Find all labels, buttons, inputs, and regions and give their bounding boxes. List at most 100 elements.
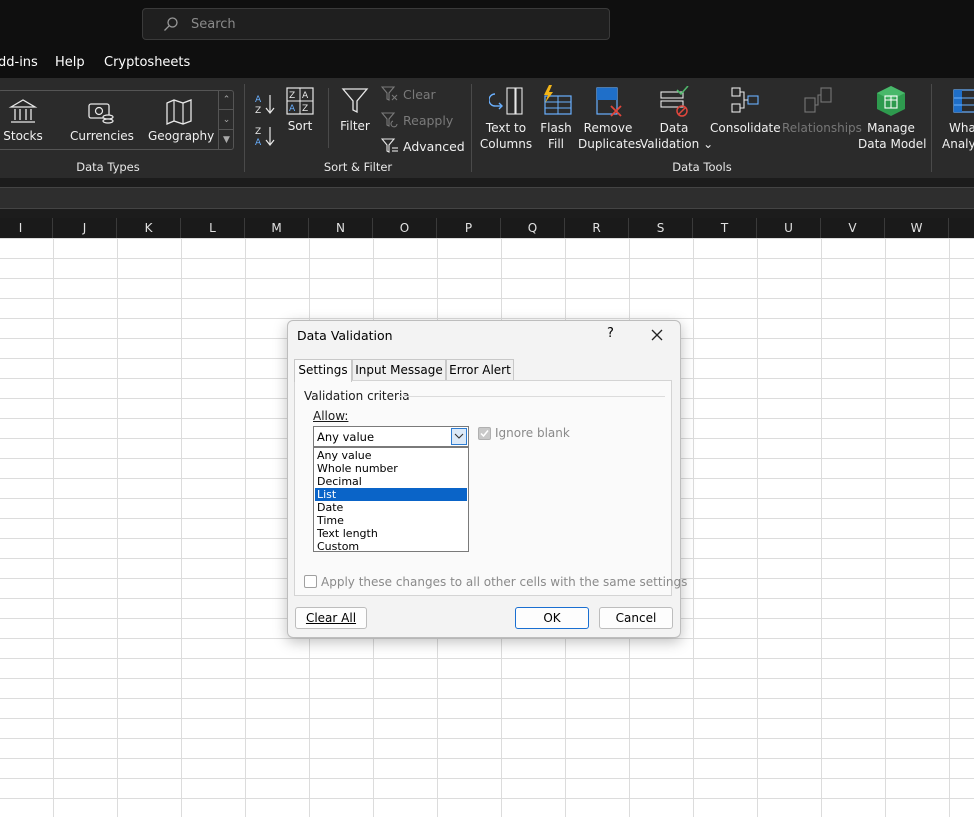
manage-data-model-button[interactable]: Manage Data Model [858,84,927,152]
sort-filter-group-label: Sort & Filter [323,160,393,174]
column-header[interactable]: O [373,218,437,238]
tab-error-alert[interactable]: Error Alert [446,359,514,381]
remove-duplicates-button[interactable]: Remove Duplicates [578,86,642,152]
relationships-button[interactable]: Relationships [782,86,862,136]
help-button[interactable]: ? [607,326,614,341]
option-any-value[interactable]: Any value [315,449,467,462]
what-if-analysis-button[interactable]: What- Analys [940,86,974,152]
search-box[interactable]: Search [142,8,610,40]
chevron-down-icon[interactable]: ⌄ [219,110,234,130]
menu-addins[interactable]: dd-ins [0,55,38,70]
option-whole-number[interactable]: Whole number [315,462,467,475]
option-date[interactable]: Date [315,501,467,514]
column-header[interactable]: S [629,218,693,238]
option-time[interactable]: Time [315,514,467,527]
gridline [757,238,758,817]
consolidate-button[interactable]: Consolidate [710,86,781,136]
geography-button[interactable]: Geography [148,98,214,144]
flash-fill-button[interactable]: Flash Fill [536,84,576,152]
option-decimal[interactable]: Decimal [315,475,467,488]
what-if-icon [953,89,974,113]
geography-label: Geography [148,129,215,143]
filter-button[interactable]: Filter [338,86,372,134]
column-header[interactable]: L [181,218,245,238]
checkmark-icon [480,430,489,438]
remove-duplicates-label-2: Duplicates [578,137,642,151]
sort-dialog-icon: Z A A Z [286,87,314,115]
tab-settings[interactable]: Settings [294,359,352,382]
svg-text:Z: Z [255,106,261,116]
data-model-icon [877,86,905,116]
apply-all-checkbox[interactable] [304,575,317,588]
title-bar: Search [0,0,974,50]
relationships-icon [804,87,832,113]
column-header[interactable]: V [821,218,885,238]
data-validation-icon [660,86,689,117]
menu-help[interactable]: Help [55,55,85,70]
gridline [53,238,54,817]
option-text-length[interactable]: Text length [315,527,467,540]
menu-cryptosheets[interactable]: Cryptosheets [104,55,190,70]
reapply-label: Reapply [403,112,454,128]
flash-fill-label-1: Flash [540,121,572,135]
clear-all-button[interactable]: Clear All [295,607,367,629]
stocks-button[interactable]: Stocks [2,98,44,144]
tab-input-message[interactable]: Input Message [352,359,446,381]
svg-text:A: A [255,138,262,148]
search-icon [164,17,178,31]
svg-text:A: A [289,104,296,114]
clear-filter-button[interactable]: Clear [381,86,436,102]
gallery-scroll[interactable]: ⌃ ⌄ ▼ [218,90,234,150]
data-types-group-label: Data Types [76,160,140,174]
data-validation-label-1: Data [659,121,689,135]
option-list[interactable]: List [315,488,467,501]
column-header[interactable]: M [245,218,309,238]
advanced-filter-button[interactable]: Advanced [381,138,465,154]
text-to-columns-icon [489,87,523,115]
sort-za-button[interactable]: Z A [254,124,276,150]
formula-input[interactable] [0,187,974,209]
flash-fill-icon [544,85,572,115]
sort-button[interactable]: Z A A Z Sort [284,86,316,134]
close-icon[interactable] [649,327,665,343]
allow-label: Allow: [313,409,349,423]
option-custom[interactable]: Custom [315,540,467,553]
reapply-button[interactable]: Reapply [381,112,453,128]
dropdown-button[interactable] [451,428,467,445]
sort-az-button[interactable]: A Z [254,92,276,118]
bank-icon [8,99,38,123]
svg-text:A: A [302,91,309,101]
currencies-label: Currencies [70,129,134,143]
filter-funnel-icon [341,88,369,114]
column-header[interactable]: I [0,218,53,238]
column-header[interactable]: T [693,218,757,238]
text-to-columns-label-1: Text to [485,121,527,135]
cancel-button[interactable]: Cancel [599,607,673,629]
advanced-filter-icon [381,138,398,153]
column-header[interactable]: U [757,218,821,238]
what-if-label-2: Analys [942,137,974,151]
column-header[interactable]: K [117,218,181,238]
currencies-button[interactable]: Currencies [70,98,134,144]
allow-select[interactable]: Any value [313,426,469,447]
allow-dropdown-list: Any value Whole number Decimal List Date… [313,447,469,553]
text-to-columns-button[interactable]: Text to Columns [478,86,534,152]
gallery-more-icon[interactable]: ▼ [219,130,234,150]
menu-bar: dd-ins Help Cryptosheets [0,50,974,78]
data-validation-button[interactable]: Data Validation ⌄ [640,86,713,152]
ok-button[interactable]: OK [515,607,589,629]
chevron-up-icon[interactable]: ⌃ [219,90,234,110]
manage-label-1: Manage [867,121,915,135]
sort-ascending-icon: A Z [255,95,275,116]
chevron-down-icon [454,433,464,439]
ignore-blank-checkbox[interactable] [478,427,491,440]
column-header[interactable]: W [885,218,949,238]
data-validation-dialog: Data Validation ? Settings Input Message… [287,320,687,638]
separator [244,84,245,172]
what-if-label-1: What- [949,121,974,135]
column-header[interactable]: R [565,218,629,238]
column-header[interactable]: P [437,218,501,238]
column-header[interactable]: J [53,218,117,238]
column-header[interactable]: Q [501,218,565,238]
column-header[interactable]: N [309,218,373,238]
